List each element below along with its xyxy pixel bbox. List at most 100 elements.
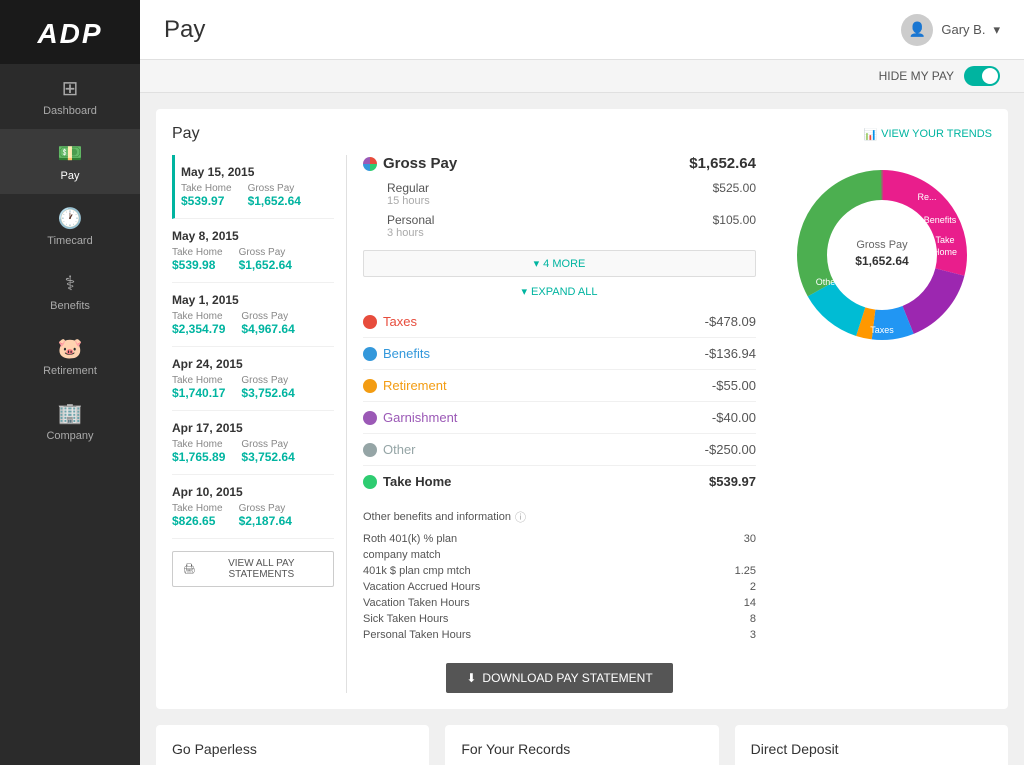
user-menu[interactable]: 👤 Gary B. ▾ [901, 14, 1000, 46]
sidebar-item-benefits[interactable]: ⚕ Benefits [0, 259, 140, 324]
deduction-retirement[interactable]: Retirement -$55.00 [363, 370, 756, 402]
svg-text:Taxes: Taxes [870, 325, 894, 335]
sidebar-item-label: Benefits [50, 300, 90, 312]
pay-icon: 💵 [58, 141, 83, 166]
hide-pay-bar: HIDE MY PAY [140, 60, 1024, 93]
pay-sub-personal: Personal 3 hours $105.00 [363, 210, 756, 242]
sidebar-item-label: Timecard [47, 235, 92, 247]
go-paperless-card: Go Paperless Pay Statements Receive pape… [156, 725, 429, 765]
direct-deposit-card: Direct Deposit 🏦 Mortgage Everything [735, 725, 1008, 765]
pay-date: Apr 10, 2015 [172, 485, 334, 499]
content-area: Pay 📊 VIEW YOUR TRENDS May 15, 2015 Take… [140, 93, 1024, 765]
benefit-row-1: company match [363, 547, 756, 563]
benefit-row-5: Sick Taken Hours 8 [363, 611, 756, 627]
gross-pay-val: $1,652.64 [248, 194, 301, 208]
sidebar-item-timecard[interactable]: 🕐 Timecard [0, 194, 140, 259]
pay-entry-4[interactable]: Apr 17, 2015 Take Home $1,765.89 Gross P… [172, 411, 334, 475]
header: Pay 👤 Gary B. ▾ [140, 0, 1024, 60]
taxes-dot [363, 315, 377, 329]
pay-section-title: Pay [172, 125, 200, 143]
dashboard-icon: ⊞ [62, 76, 79, 101]
pay-entry-2[interactable]: May 1, 2015 Take Home $2,354.79 Gross Pa… [172, 283, 334, 347]
download-btn-wrap: ⬇ DOWNLOAD PAY STATEMENT [363, 651, 756, 693]
records-title: For Your Records [461, 741, 702, 757]
retirement-dot [363, 379, 377, 393]
expand-all-link[interactable]: ▾ EXPAND ALL [363, 285, 756, 298]
pay-amounts: Take Home $539.97 Gross Pay $1,652.64 [181, 183, 334, 208]
benefit-row-0: Roth 401(k) % plan 30 [363, 531, 756, 547]
svg-text:Other: Other [816, 277, 839, 287]
avatar: 👤 [901, 14, 933, 46]
view-all-pay-statements-button[interactable]: 🖨 VIEW ALL PAY STATEMENTS [172, 551, 334, 587]
download-icon: ⬇ [466, 671, 476, 685]
retirement-icon: 🐷 [58, 336, 83, 361]
benefits-dot [363, 347, 377, 361]
svg-text:Take: Take [935, 235, 954, 245]
deduction-taxes[interactable]: Taxes -$478.09 [363, 306, 756, 338]
sidebar-item-label: Pay [61, 170, 80, 182]
gross-pay-row: Gross Pay $1,652.64 [363, 155, 756, 172]
gross-pay-label: Gross Pay [363, 155, 457, 172]
company-icon: 🏢 [58, 401, 83, 426]
svg-text:$1,652.64: $1,652.64 [855, 254, 909, 268]
other-benefits: Other benefits and information ⓘ Roth 40… [363, 509, 756, 643]
take-home-val: $539.97 [181, 194, 232, 208]
timecard-icon: 🕐 [58, 206, 83, 231]
gross-pay-dot [363, 157, 377, 171]
pay-details: Gross Pay $1,652.64 Regular 15 hours $52… [347, 155, 772, 693]
pay-entry-3[interactable]: Apr 24, 2015 Take Home $1,740.17 Gross P… [172, 347, 334, 411]
svg-text:Re...: Re... [917, 192, 936, 202]
bottom-cards: Go Paperless Pay Statements Receive pape… [156, 725, 1008, 765]
sidebar-item-label: Dashboard [43, 105, 97, 117]
sidebar: ADP ⊞ Dashboard 💵 Pay 🕐 Timecard ⚕ Benef… [0, 0, 140, 765]
pay-body: May 15, 2015 Take Home $539.97 Gross Pay… [172, 155, 992, 693]
sidebar-item-retirement[interactable]: 🐷 Retirement [0, 324, 140, 389]
view-trends-link[interactable]: 📊 VIEW YOUR TRENDS [863, 128, 992, 141]
printer-icon: 🖨 [183, 564, 196, 575]
direct-deposit-title: Direct Deposit [751, 741, 992, 757]
benefit-row-6: Personal Taken Hours 3 [363, 627, 756, 643]
more-button[interactable]: ▾ 4 MORE [363, 250, 756, 277]
take-home-dot [363, 475, 377, 489]
deduction-other[interactable]: Other -$250.00 [363, 434, 756, 466]
download-pay-statement-button[interactable]: ⬇ DOWNLOAD PAY STATEMENT [446, 663, 672, 693]
svg-text:Home: Home [933, 247, 957, 257]
sidebar-logo: ADP [0, 0, 140, 64]
pay-entry-0[interactable]: May 15, 2015 Take Home $539.97 Gross Pay… [172, 155, 334, 219]
adp-logo: ADP [37, 18, 102, 50]
pay-date: Apr 24, 2015 [172, 357, 334, 371]
deduction-benefits[interactable]: Benefits -$136.94 [363, 338, 756, 370]
bar-chart-icon: 📊 [863, 128, 877, 141]
pay-section: Pay 📊 VIEW YOUR TRENDS May 15, 2015 Take… [156, 109, 1008, 709]
page-title: Pay [164, 16, 205, 44]
pay-list: May 15, 2015 Take Home $539.97 Gross Pay… [172, 155, 347, 693]
sidebar-item-dashboard[interactable]: ⊞ Dashboard [0, 64, 140, 129]
main-area: Pay 👤 Gary B. ▾ HIDE MY PAY Pay 📊 VIEW Y… [140, 0, 1024, 765]
chevron-down-icon: ▾ [522, 285, 528, 298]
benefit-row-2: 401k $ plan cmp mtch 1.25 [363, 563, 756, 579]
take-home-row: Take Home $539.97 [363, 466, 756, 497]
pay-date: Apr 17, 2015 [172, 421, 334, 435]
benefits-icon: ⚕ [65, 271, 76, 296]
user-name: Gary B. [941, 22, 985, 37]
chevron-down-icon: ▾ [534, 257, 540, 270]
chart-area: Gross Pay $1,652.64 Re... Benefits Take … [772, 155, 992, 693]
sidebar-item-label: Retirement [43, 365, 97, 377]
go-paperless-title: Go Paperless [172, 741, 413, 757]
hide-pay-toggle[interactable] [964, 66, 1000, 86]
pay-entry-1[interactable]: May 8, 2015 Take Home $539.98 Gross Pay … [172, 219, 334, 283]
donut-chart: Gross Pay $1,652.64 Re... Benefits Take … [782, 155, 982, 355]
benefit-row-4: Vacation Taken Hours 14 [363, 595, 756, 611]
other-dot [363, 443, 377, 457]
for-your-records-card: For Your Records Year to Date Gross Pay … [445, 725, 718, 765]
pay-date: May 8, 2015 [172, 229, 334, 243]
deduction-garnishment[interactable]: Garnishment -$40.00 [363, 402, 756, 434]
pay-entry-5[interactable]: Apr 10, 2015 Take Home $826.65 Gross Pay… [172, 475, 334, 539]
pay-section-header: Pay 📊 VIEW YOUR TRENDS [172, 125, 992, 143]
pay-sub-regular: Regular 15 hours $525.00 [363, 178, 756, 210]
sidebar-item-pay[interactable]: 💵 Pay [0, 129, 140, 194]
sidebar-item-company[interactable]: 🏢 Company [0, 389, 140, 454]
pay-date: May 15, 2015 [181, 165, 334, 179]
gross-pay-value: $1,652.64 [689, 155, 756, 172]
sidebar-item-label: Company [46, 430, 93, 442]
